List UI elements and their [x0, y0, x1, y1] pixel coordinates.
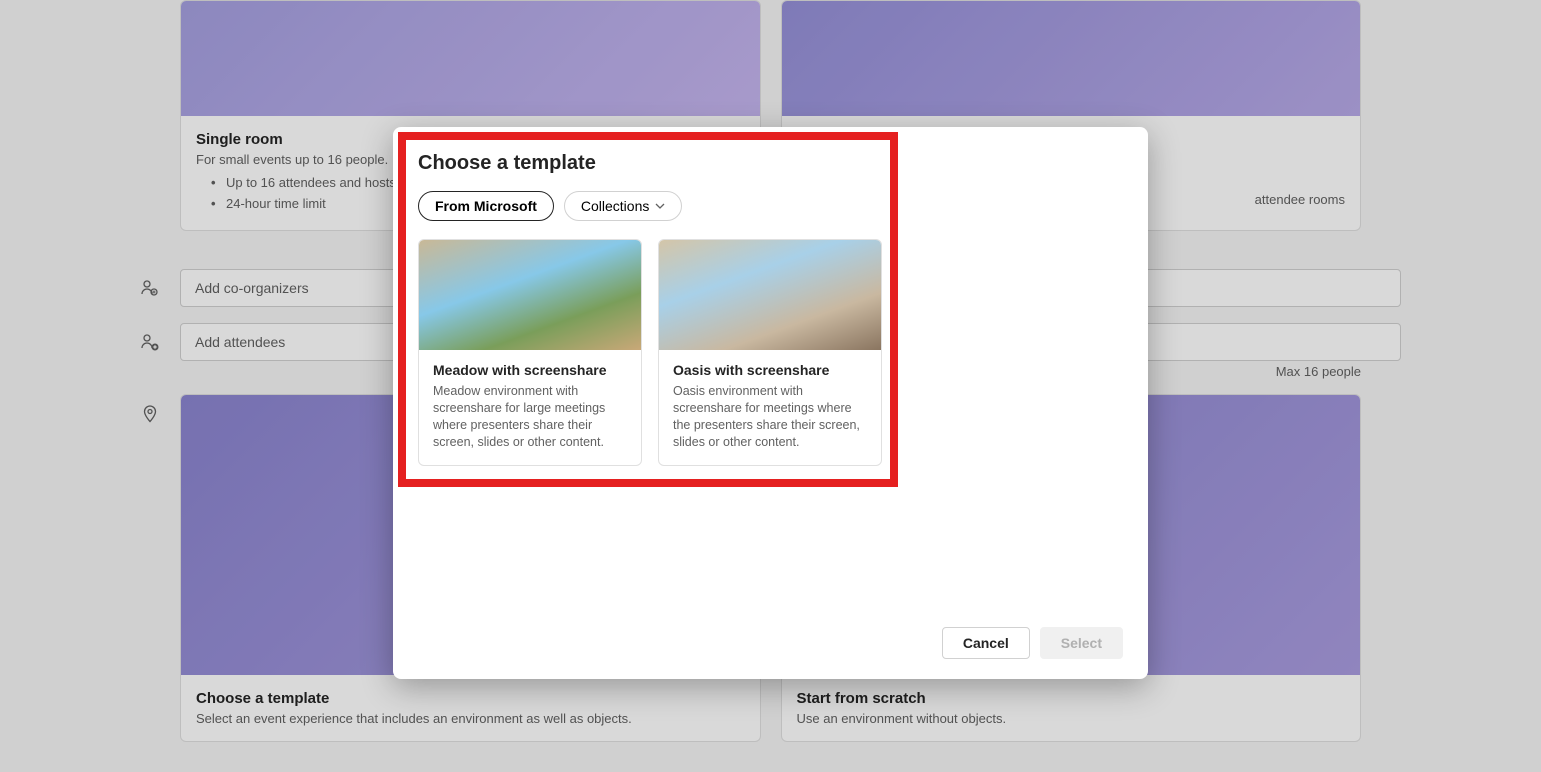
oasis-desc: Oasis environment with screenshare for m…	[673, 383, 867, 451]
tab-from-microsoft-label: From Microsoft	[435, 198, 537, 214]
meadow-desc: Meadow environment with screenshare for …	[433, 383, 627, 451]
choose-template-modal: Choose a template From Microsoft Collect…	[393, 127, 1148, 679]
template-oasis-card[interactable]: Oasis with screenshare Oasis environment…	[658, 239, 882, 466]
oasis-title: Oasis with screenshare	[673, 362, 867, 378]
modal-title: Choose a template	[418, 152, 1123, 175]
meadow-thumbnail	[419, 240, 641, 350]
select-button[interactable]: Select	[1040, 627, 1123, 659]
tab-collections[interactable]: Collections	[564, 191, 682, 221]
chevron-down-icon	[655, 201, 665, 212]
meadow-title: Meadow with screenshare	[433, 362, 627, 378]
cancel-button[interactable]: Cancel	[942, 627, 1030, 659]
tab-from-microsoft[interactable]: From Microsoft	[418, 191, 554, 221]
template-meadow-card[interactable]: Meadow with screenshare Meadow environme…	[418, 239, 642, 466]
oasis-thumbnail	[659, 240, 881, 350]
modal-overlay: Choose a template From Microsoft Collect…	[0, 0, 1541, 772]
tab-collections-label: Collections	[581, 198, 649, 214]
